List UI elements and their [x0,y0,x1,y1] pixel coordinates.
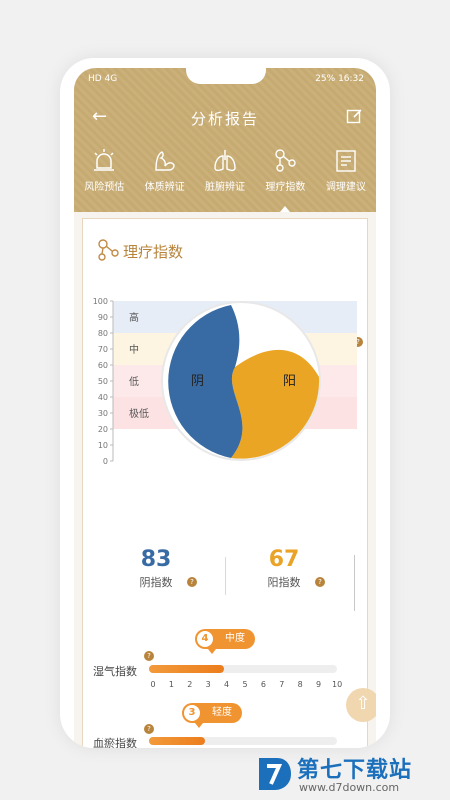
damp-level-num: 4 [197,631,213,647]
damp-scale: 0 1 2 3 4 5 6 7 8 9 10 [150,680,342,690]
y-tick-label: 40 [98,393,108,402]
y-tick-label: 30 [98,409,108,418]
level-band-label: 高 [129,311,139,324]
y-tick-label: 80 [98,329,108,338]
camera-notch [186,68,266,84]
app-screen: HD 4G 25% 16:32 ← 分析报告 风险预估 体质辨证 脏腑辨证 理疗… [74,68,376,748]
yin-label: 阴 [191,374,204,389]
muscle-icon [154,151,175,171]
watermark-url: www.d7down.com [299,781,400,794]
tab-label: 风险预估 [84,182,125,193]
y-tick-label: 100 [93,297,108,306]
y-tick-label: 50 [98,377,108,386]
watermark-name: 第七下载站 [297,758,413,783]
stasis-help-icon[interactable]: ? [144,724,154,734]
tab-risk[interactable]: 风险预估 [74,148,134,210]
bottom-hint: … [98,732,107,742]
yang-help-icon[interactable]: ? [315,577,325,587]
stasis-level-badge: 3 轻度 [182,703,242,728]
yang-label: 阳 [283,374,296,389]
clock-text: 16:32 [338,74,364,84]
scale-tick: 1 [168,680,174,689]
app-header: HD 4G 25% 16:32 ← 分析报告 风险预估 体质辨证 脏腑辨证 理疗… [74,68,376,212]
y-tick-label: 90 [98,313,108,322]
molecule-icon [98,239,119,261]
status-signal: HD 4G [88,74,118,84]
damp-level-text: 中度 [225,633,245,644]
lungs-icon [214,150,236,172]
stasis-level-num: 3 [184,705,200,721]
level-band-label: 极低 [129,407,149,420]
tab-label: 调理建议 [325,182,366,193]
molecule-icon [275,149,297,172]
section-title: 理疗指数 [123,243,184,261]
score-divider [225,557,226,595]
scale-tick: 5 [242,680,248,689]
yang-slice [231,349,320,459]
stasis-index-bar [149,737,337,745]
level-band-label: 中 [129,343,139,356]
scale-tick: 3 [205,680,211,689]
scale-tick: 7 [279,680,285,689]
tab-label: 体质辨证 [144,182,185,193]
share-edit-icon[interactable] [346,108,362,128]
clipboard-icon [336,150,356,172]
tab-label: 脏腑辨证 [205,182,246,193]
damp-index-bar [149,665,337,673]
scale-tick: 9 [316,680,322,689]
y-tick-label: 60 [98,361,108,370]
phone-frame: HD 4G 25% 16:32 ← 分析报告 风险预估 体质辨证 脏腑辨证 理疗… [60,58,390,748]
y-tick-label: 70 [98,345,108,354]
y-tick-label: 20 [98,425,108,434]
y-tick-label: 10 [98,441,108,450]
scroll-edge [354,555,355,611]
tab-therapy-index[interactable]: 理疗指数 [255,148,315,212]
damp-help-icon[interactable]: ? [144,651,154,661]
scale-tick: 2 [187,680,193,689]
yang-score-value: 67 [268,547,300,572]
watermark: 第七下载站 www.d7down.com [255,752,445,796]
y-tick-label: 0 [103,457,108,466]
yin-help-icon[interactable]: ? [187,577,197,587]
stasis-level-text: 轻度 [212,707,232,718]
tab-constitution[interactable]: 体质辨证 [134,148,194,210]
therapy-index-card: 理疗指数 ? 高中低极低 100 90 80 70 60 50 40 30 20 10 0 阴阳 83 … [82,218,368,748]
scroll-top-button[interactable]: ⇧ [346,688,376,722]
scale-tick: 0 [150,680,156,689]
yin-yang-chart: 高中低极低1009080706050403020100阴阳 [93,297,357,466]
battery-text: 25% [315,74,336,84]
scale-tick: 6 [260,680,266,689]
page-title: 分析报告 [190,110,259,128]
stasis-index-fill [149,737,206,745]
damp-index-label: 湿气指数 [93,665,137,678]
damp-index-fill [149,665,225,673]
scale-tick: 4 [224,680,230,689]
category-tabs: 风险预估 体质辨证 脏腑辨证 理疗指数 调理建议 [74,148,376,212]
alarm-icon [94,149,115,171]
d7-logo-icon [259,758,291,790]
scale-tick: 10 [332,680,343,689]
tab-advice[interactable]: 调理建议 [316,148,376,210]
tab-label: 理疗指数 [265,182,306,193]
damp-level-badge: 4 中度 [195,629,255,654]
status-right: 25% 16:32 [315,74,364,84]
level-band-label: 低 [129,375,139,388]
yin-score-value: 83 [140,547,172,572]
scale-tick: 8 [297,680,303,689]
tab-organs[interactable]: 脏腑辨证 [195,148,255,210]
